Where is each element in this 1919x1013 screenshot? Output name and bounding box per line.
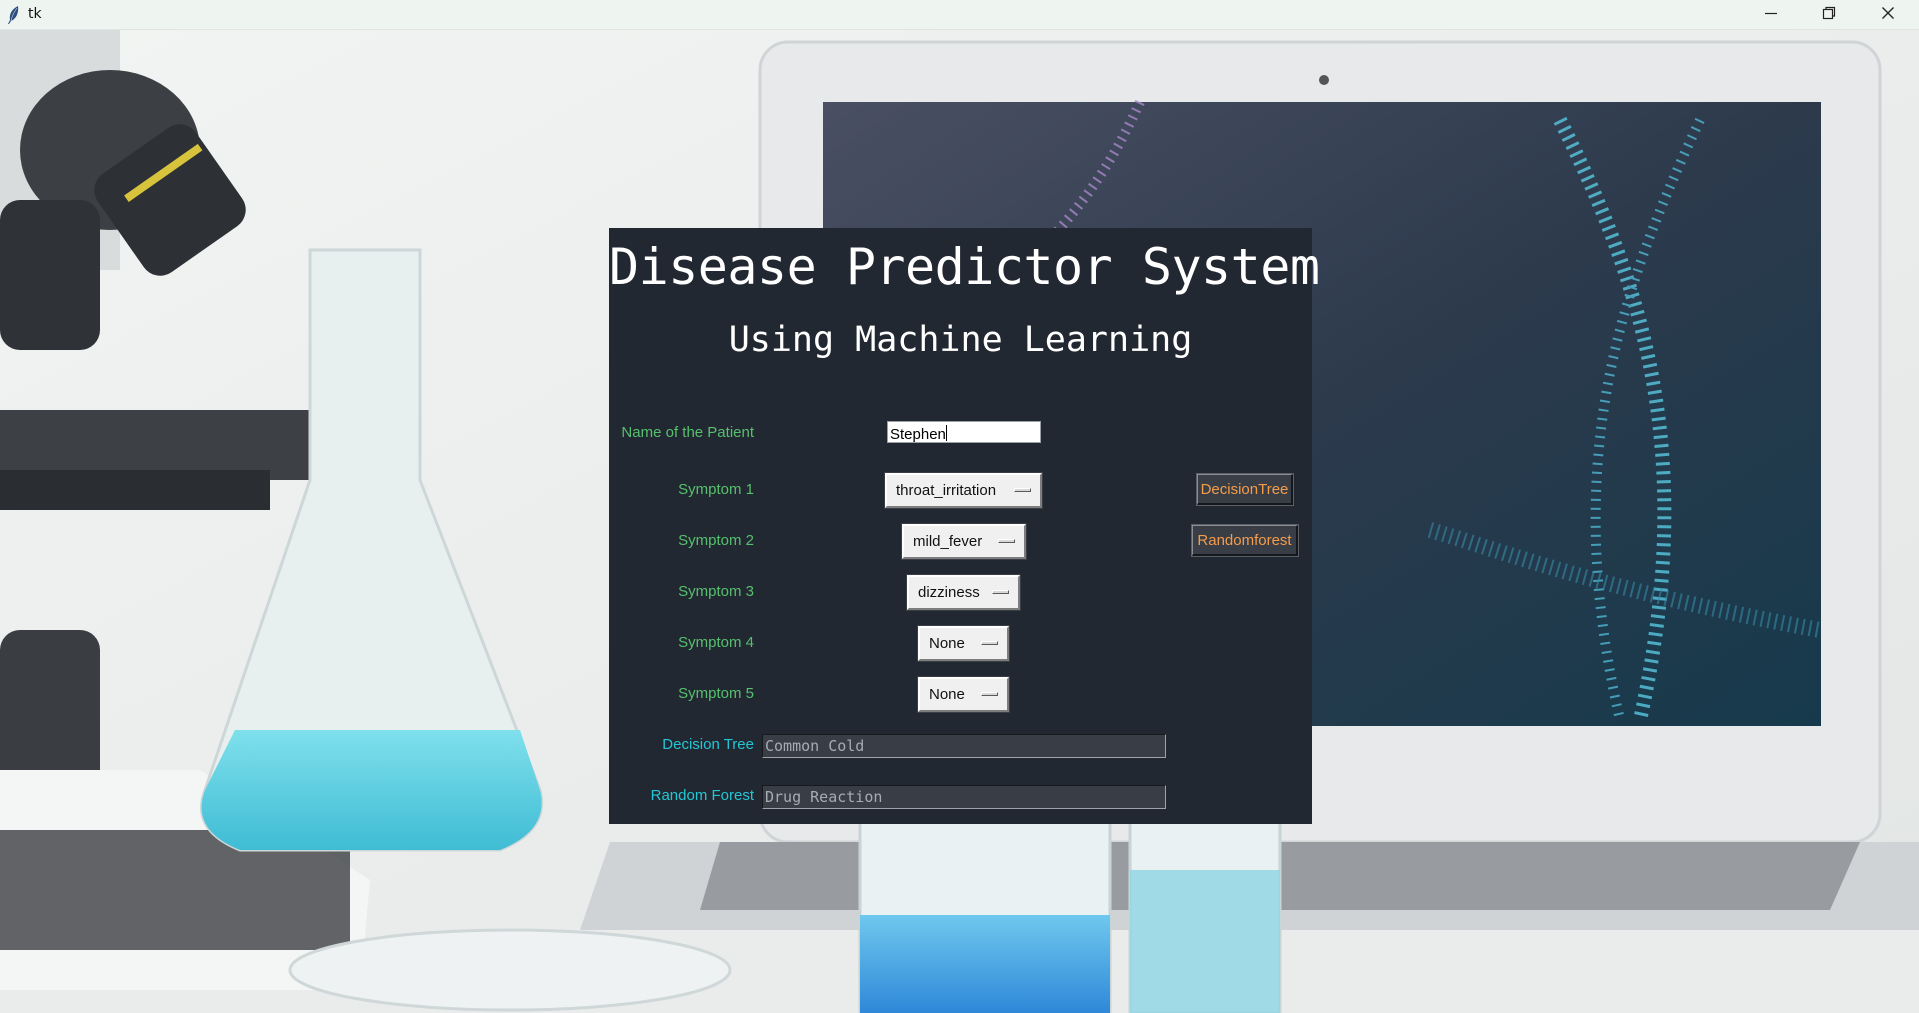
symptom-5-value: None	[929, 686, 965, 703]
random-forest-result-label: Random Forest	[650, 787, 754, 804]
minimize-button[interactable]	[1742, 0, 1800, 29]
symptom-3-value: dizziness	[918, 584, 980, 601]
symptom-1-dropdown[interactable]: throat_irritation	[885, 473, 1042, 508]
app-title: Disease Predictor System	[609, 238, 1320, 296]
predictor-panel: Disease Predictor System Using Machine L…	[609, 228, 1320, 824]
symptom-2-value: mild_fever	[913, 533, 983, 550]
app-subtitle: Using Machine Learning	[728, 320, 1193, 360]
symptom-5-dropdown[interactable]: None	[918, 677, 1009, 712]
decision-tree-result-field: Common Cold	[762, 734, 1166, 758]
random-forest-button[interactable]: Randomforest	[1192, 525, 1298, 556]
window-titlebar[interactable]: tk	[0, 0, 1919, 30]
tk-feather-icon	[6, 5, 22, 25]
symptom-2-label: Symptom 2	[678, 532, 754, 549]
dropdown-indicator-icon	[981, 641, 998, 645]
window-title: tk	[28, 6, 42, 22]
patient-name-value: Stephen	[890, 426, 946, 443]
symptom-3-dropdown[interactable]: dizziness	[907, 575, 1020, 610]
random-forest-result-field: Drug Reaction	[762, 785, 1166, 809]
dropdown-indicator-icon	[998, 539, 1015, 543]
symptom-1-label: Symptom 1	[678, 481, 754, 498]
patient-name-label: Name of the Patient	[621, 424, 754, 441]
symptom-3-label: Symptom 3	[678, 583, 754, 600]
symptom-5-label: Symptom 5	[678, 685, 754, 702]
symptom-1-value: throat_irritation	[896, 482, 997, 499]
symptom-4-value: None	[929, 635, 965, 652]
restore-icon	[1822, 5, 1836, 24]
text-caret	[945, 425, 947, 441]
maximize-button[interactable]	[1800, 0, 1858, 29]
dropdown-indicator-icon	[1014, 488, 1031, 492]
close-button[interactable]	[1859, 0, 1917, 29]
dropdown-indicator-icon	[981, 692, 998, 696]
close-icon	[1881, 5, 1895, 24]
decision-tree-button[interactable]: DecisionTree	[1197, 474, 1293, 505]
patient-name-input[interactable]: Stephen	[887, 421, 1041, 443]
symptom-4-label: Symptom 4	[678, 634, 754, 651]
dropdown-indicator-icon	[992, 590, 1009, 594]
symptom-2-dropdown[interactable]: mild_fever	[902, 524, 1026, 559]
decision-tree-result-label: Decision Tree	[662, 736, 754, 753]
symptom-4-dropdown[interactable]: None	[918, 626, 1009, 661]
minimize-icon	[1764, 5, 1778, 24]
